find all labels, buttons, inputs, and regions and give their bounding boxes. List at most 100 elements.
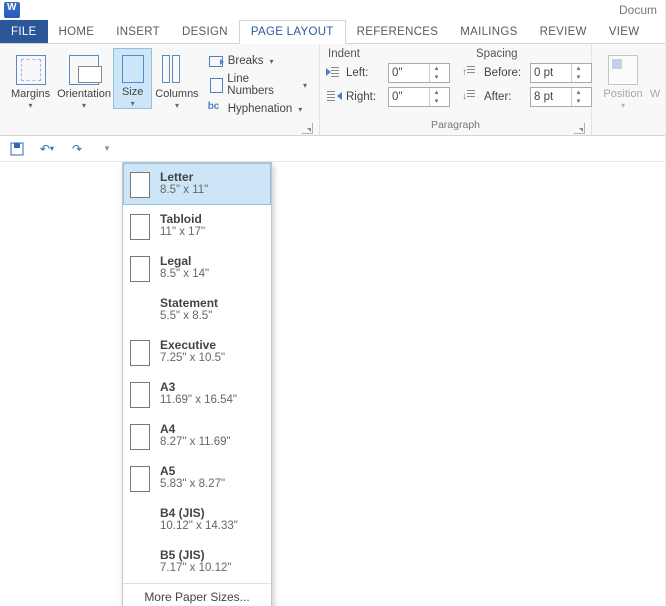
columns-icon xyxy=(162,55,192,85)
spin-down-icon[interactable]: ▾ xyxy=(572,97,585,106)
tab-review[interactable]: REVIEW xyxy=(529,20,598,43)
paragraph-launcher[interactable] xyxy=(574,123,585,134)
chevron-down-icon: ▾ xyxy=(50,144,54,153)
size-option-name: B4 (JIS) xyxy=(160,506,238,520)
spacing-before-input[interactable]: ▴▾ xyxy=(530,63,592,83)
tab-references[interactable]: REFERENCES xyxy=(346,20,450,43)
position-icon xyxy=(608,55,638,85)
group-paragraph: Indent Spacing Left: ▴▾ Before: ▴▾ xyxy=(320,44,592,135)
spin-down-icon[interactable]: ▾ xyxy=(572,73,585,82)
tab-page-layout[interactable]: PAGE LAYOUT xyxy=(239,20,346,44)
wrap-text-icon xyxy=(648,55,662,85)
size-option-letter[interactable]: Letter8.5" x 11" xyxy=(123,163,271,205)
orientation-button[interactable]: Orientation ▾ xyxy=(55,48,113,111)
spin-up-icon[interactable]: ▴ xyxy=(572,88,585,97)
hyphenation-icon: bc xyxy=(208,101,224,117)
page-icon xyxy=(130,424,150,450)
page-icon xyxy=(130,466,150,492)
group-page-setup: Margins ▾ Orientation ▾ Size ▾ Columns ▾ xyxy=(0,44,320,135)
size-option-name: Executive xyxy=(160,338,225,352)
save-button[interactable] xyxy=(8,140,26,158)
spacing-after-input[interactable]: ▴▾ xyxy=(530,87,592,107)
size-option-statement[interactable]: Statement5.5" x 8.5" xyxy=(123,289,271,331)
size-option-a4[interactable]: A48.27" x 11.69" xyxy=(123,415,271,457)
spacing-after-value[interactable] xyxy=(531,91,571,103)
indent-left-icon xyxy=(326,65,342,81)
undo-icon: ↶ xyxy=(40,142,50,156)
undo-button[interactable]: ↶▾ xyxy=(38,140,56,158)
page-icon xyxy=(130,214,150,240)
spin-up-icon[interactable]: ▴ xyxy=(572,64,585,73)
size-option-legal[interactable]: Legal8.5" x 14" xyxy=(123,247,271,289)
indent-left-label: Left: xyxy=(346,67,384,79)
page-icon xyxy=(130,382,150,408)
orientation-label: Orientation xyxy=(57,88,111,100)
redo-icon: ↷ xyxy=(72,142,82,156)
spin-up-icon[interactable]: ▴ xyxy=(430,88,443,97)
hyphenation-button[interactable]: bc Hyphenation ▾ xyxy=(206,98,309,120)
spacing-before-value[interactable] xyxy=(531,67,571,79)
spacing-after-icon xyxy=(464,89,480,105)
size-option-dims: 7.25" x 10.5" xyxy=(160,352,225,364)
indent-left-value[interactable] xyxy=(389,67,429,79)
size-option-name: A3 xyxy=(160,380,237,394)
tab-mailings[interactable]: MAILINGS xyxy=(449,20,528,43)
spacing-after-label: After: xyxy=(484,91,526,103)
group-arrange: Position ▾ W xyxy=(592,44,662,135)
line-numbers-button[interactable]: Line Numbers ▾ xyxy=(206,74,309,96)
size-option-dims: 11" x 17" xyxy=(160,226,205,238)
size-option-b5-jis-[interactable]: B5 (JIS)7.17" x 10.12" xyxy=(123,541,271,583)
chevron-down-icon: ▾ xyxy=(269,57,273,66)
wrap-text-button[interactable]: W xyxy=(648,48,662,101)
columns-label: Columns xyxy=(155,88,198,100)
customize-qat-button[interactable]: ▾ xyxy=(98,140,116,158)
redo-button[interactable]: ↷ xyxy=(68,140,86,158)
chevron-down-icon: ▾ xyxy=(303,81,307,90)
size-label: Size xyxy=(122,86,143,98)
document-area[interactable]: Letter8.5" x 11"Tabloid11" x 17"Legal8.5… xyxy=(0,162,665,606)
margins-button[interactable]: Margins ▾ xyxy=(6,48,55,111)
page-icon xyxy=(130,256,150,282)
tab-design[interactable]: DESIGN xyxy=(171,20,239,43)
size-option-tabloid[interactable]: Tabloid11" x 17" xyxy=(123,205,271,247)
breaks-button[interactable]: Breaks ▾ xyxy=(206,50,309,72)
spin-down-icon[interactable]: ▾ xyxy=(430,73,443,82)
page-icon xyxy=(130,340,150,366)
tab-file[interactable]: FILE xyxy=(0,20,48,43)
line-numbers-label: Line Numbers xyxy=(227,73,297,97)
spin-up-icon[interactable]: ▴ xyxy=(430,64,443,73)
more-paper-sizes[interactable]: More Paper Sizes... xyxy=(123,583,271,606)
size-option-name: A5 xyxy=(160,464,225,478)
document-title: Docum xyxy=(619,3,661,17)
position-button[interactable]: Position ▾ xyxy=(598,48,648,111)
size-option-dims: 5.5" x 8.5" xyxy=(160,310,218,322)
line-numbers-icon xyxy=(208,77,224,93)
size-option-dims: 8.5" x 11" xyxy=(160,184,208,196)
margins-label: Margins xyxy=(11,88,50,100)
size-option-name: Letter xyxy=(160,170,208,184)
spacing-before-label: Before: xyxy=(484,67,526,79)
tab-insert[interactable]: INSERT xyxy=(105,20,171,43)
breaks-label: Breaks xyxy=(228,55,264,67)
size-option-a3[interactable]: A311.69" x 16.54" xyxy=(123,373,271,415)
indent-left-input[interactable]: ▴▾ xyxy=(388,63,450,83)
indent-right-value[interactable] xyxy=(389,91,429,103)
spacing-header: Spacing xyxy=(452,48,518,60)
breaks-icon xyxy=(208,53,224,69)
size-option-b4-jis-[interactable]: B4 (JIS)10.12" x 14.33" xyxy=(123,499,271,541)
spacing-before-icon xyxy=(464,65,480,81)
page-setup-launcher[interactable] xyxy=(302,123,313,134)
chevron-down-icon: ▾ xyxy=(82,102,86,110)
spin-down-icon[interactable]: ▾ xyxy=(430,97,443,106)
size-option-dims: 11.69" x 16.54" xyxy=(160,394,237,406)
tab-home[interactable]: HOME xyxy=(48,20,106,43)
size-button[interactable]: Size ▾ xyxy=(113,48,152,109)
tab-view[interactable]: VIEW xyxy=(598,20,651,43)
chevron-down-icon: ▾ xyxy=(621,102,625,110)
indent-right-input[interactable]: ▴▾ xyxy=(388,87,450,107)
columns-button[interactable]: Columns ▾ xyxy=(152,48,201,111)
size-option-a5[interactable]: A55.83" x 8.27" xyxy=(123,457,271,499)
size-option-executive[interactable]: Executive7.25" x 10.5" xyxy=(123,331,271,373)
chevron-down-icon: ▾ xyxy=(175,102,179,110)
title-bar: Docum xyxy=(0,0,665,20)
